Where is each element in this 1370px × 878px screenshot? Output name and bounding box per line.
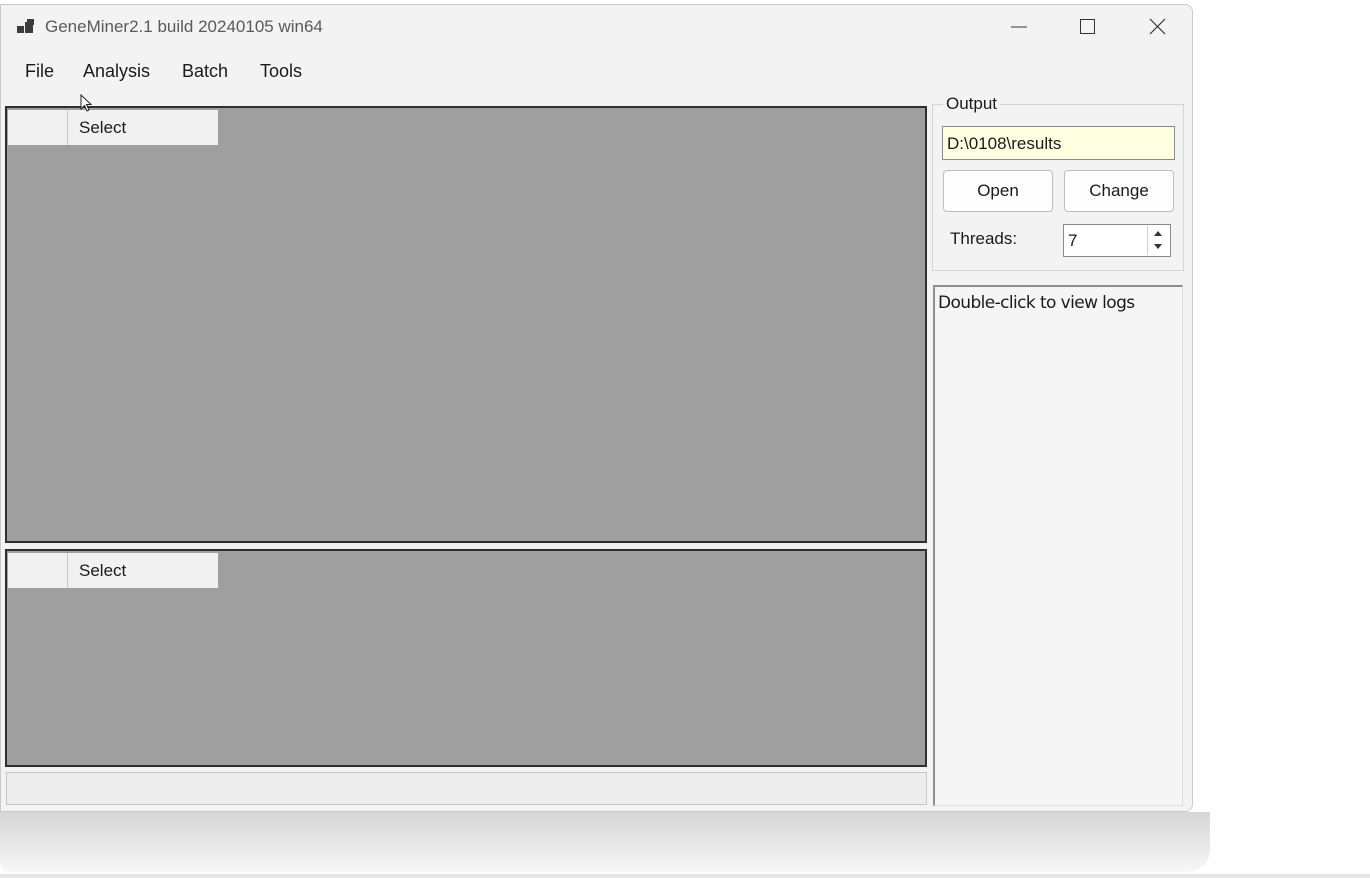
bottom-data-grid[interactable]: Select <box>5 549 927 767</box>
spin-buttons <box>1147 226 1168 255</box>
close-icon <box>1149 18 1166 35</box>
output-path-field[interactable]: D:\0108\results <box>942 126 1175 160</box>
change-button[interactable]: Change <box>1064 170 1174 212</box>
threads-value[interactable]: 7 <box>1068 231 1077 251</box>
spin-down-icon <box>1154 244 1162 249</box>
close-button[interactable] <box>1123 5 1193 49</box>
log-panel[interactable]: Double-click to view logs <box>933 285 1183 806</box>
output-group: Output D:\0108\results Open Change Threa… <box>932 94 1184 271</box>
minimize-button[interactable] <box>984 5 1054 49</box>
open-button[interactable]: Open <box>943 170 1053 212</box>
spin-down-button[interactable] <box>1148 240 1168 254</box>
maximize-button[interactable] <box>1053 5 1123 49</box>
main-window: GeneMiner2.1 build 20240105 win64 File A… <box>0 4 1193 812</box>
menu-tools[interactable]: Tools <box>260 61 302 82</box>
menu-batch[interactable]: Batch <box>182 61 228 82</box>
spin-up-button[interactable] <box>1148 226 1168 240</box>
app-icon <box>17 19 35 35</box>
menu-analysis[interactable]: Analysis <box>83 61 150 82</box>
minimize-icon <box>1011 26 1027 28</box>
menu-bar: File Analysis Batch Tools <box>1 53 1192 87</box>
menu-file[interactable]: File <box>25 61 54 82</box>
bottom-grid-corner-cell[interactable] <box>8 553 68 588</box>
log-hint: Double-click to view logs <box>938 293 1135 313</box>
screen-bottom-edge <box>0 874 1370 878</box>
mouse-cursor-icon <box>80 94 93 112</box>
title-bar[interactable]: GeneMiner2.1 build 20240105 win64 <box>1 5 1192 49</box>
status-bar <box>6 772 927 805</box>
top-grid-select-header[interactable]: Select <box>68 110 218 145</box>
output-group-label: Output <box>943 94 1001 114</box>
window-title: GeneMiner2.1 build 20240105 win64 <box>45 17 323 36</box>
threads-spinner[interactable]: 7 <box>1063 224 1171 257</box>
maximize-icon <box>1080 19 1095 34</box>
spin-up-icon <box>1154 231 1162 236</box>
bottom-grid-select-header[interactable]: Select <box>68 553 218 588</box>
window-shadow <box>0 812 1210 872</box>
top-data-grid[interactable]: Select <box>5 106 927 543</box>
threads-label: Threads: <box>950 229 1018 248</box>
top-grid-corner-cell[interactable] <box>8 110 68 145</box>
